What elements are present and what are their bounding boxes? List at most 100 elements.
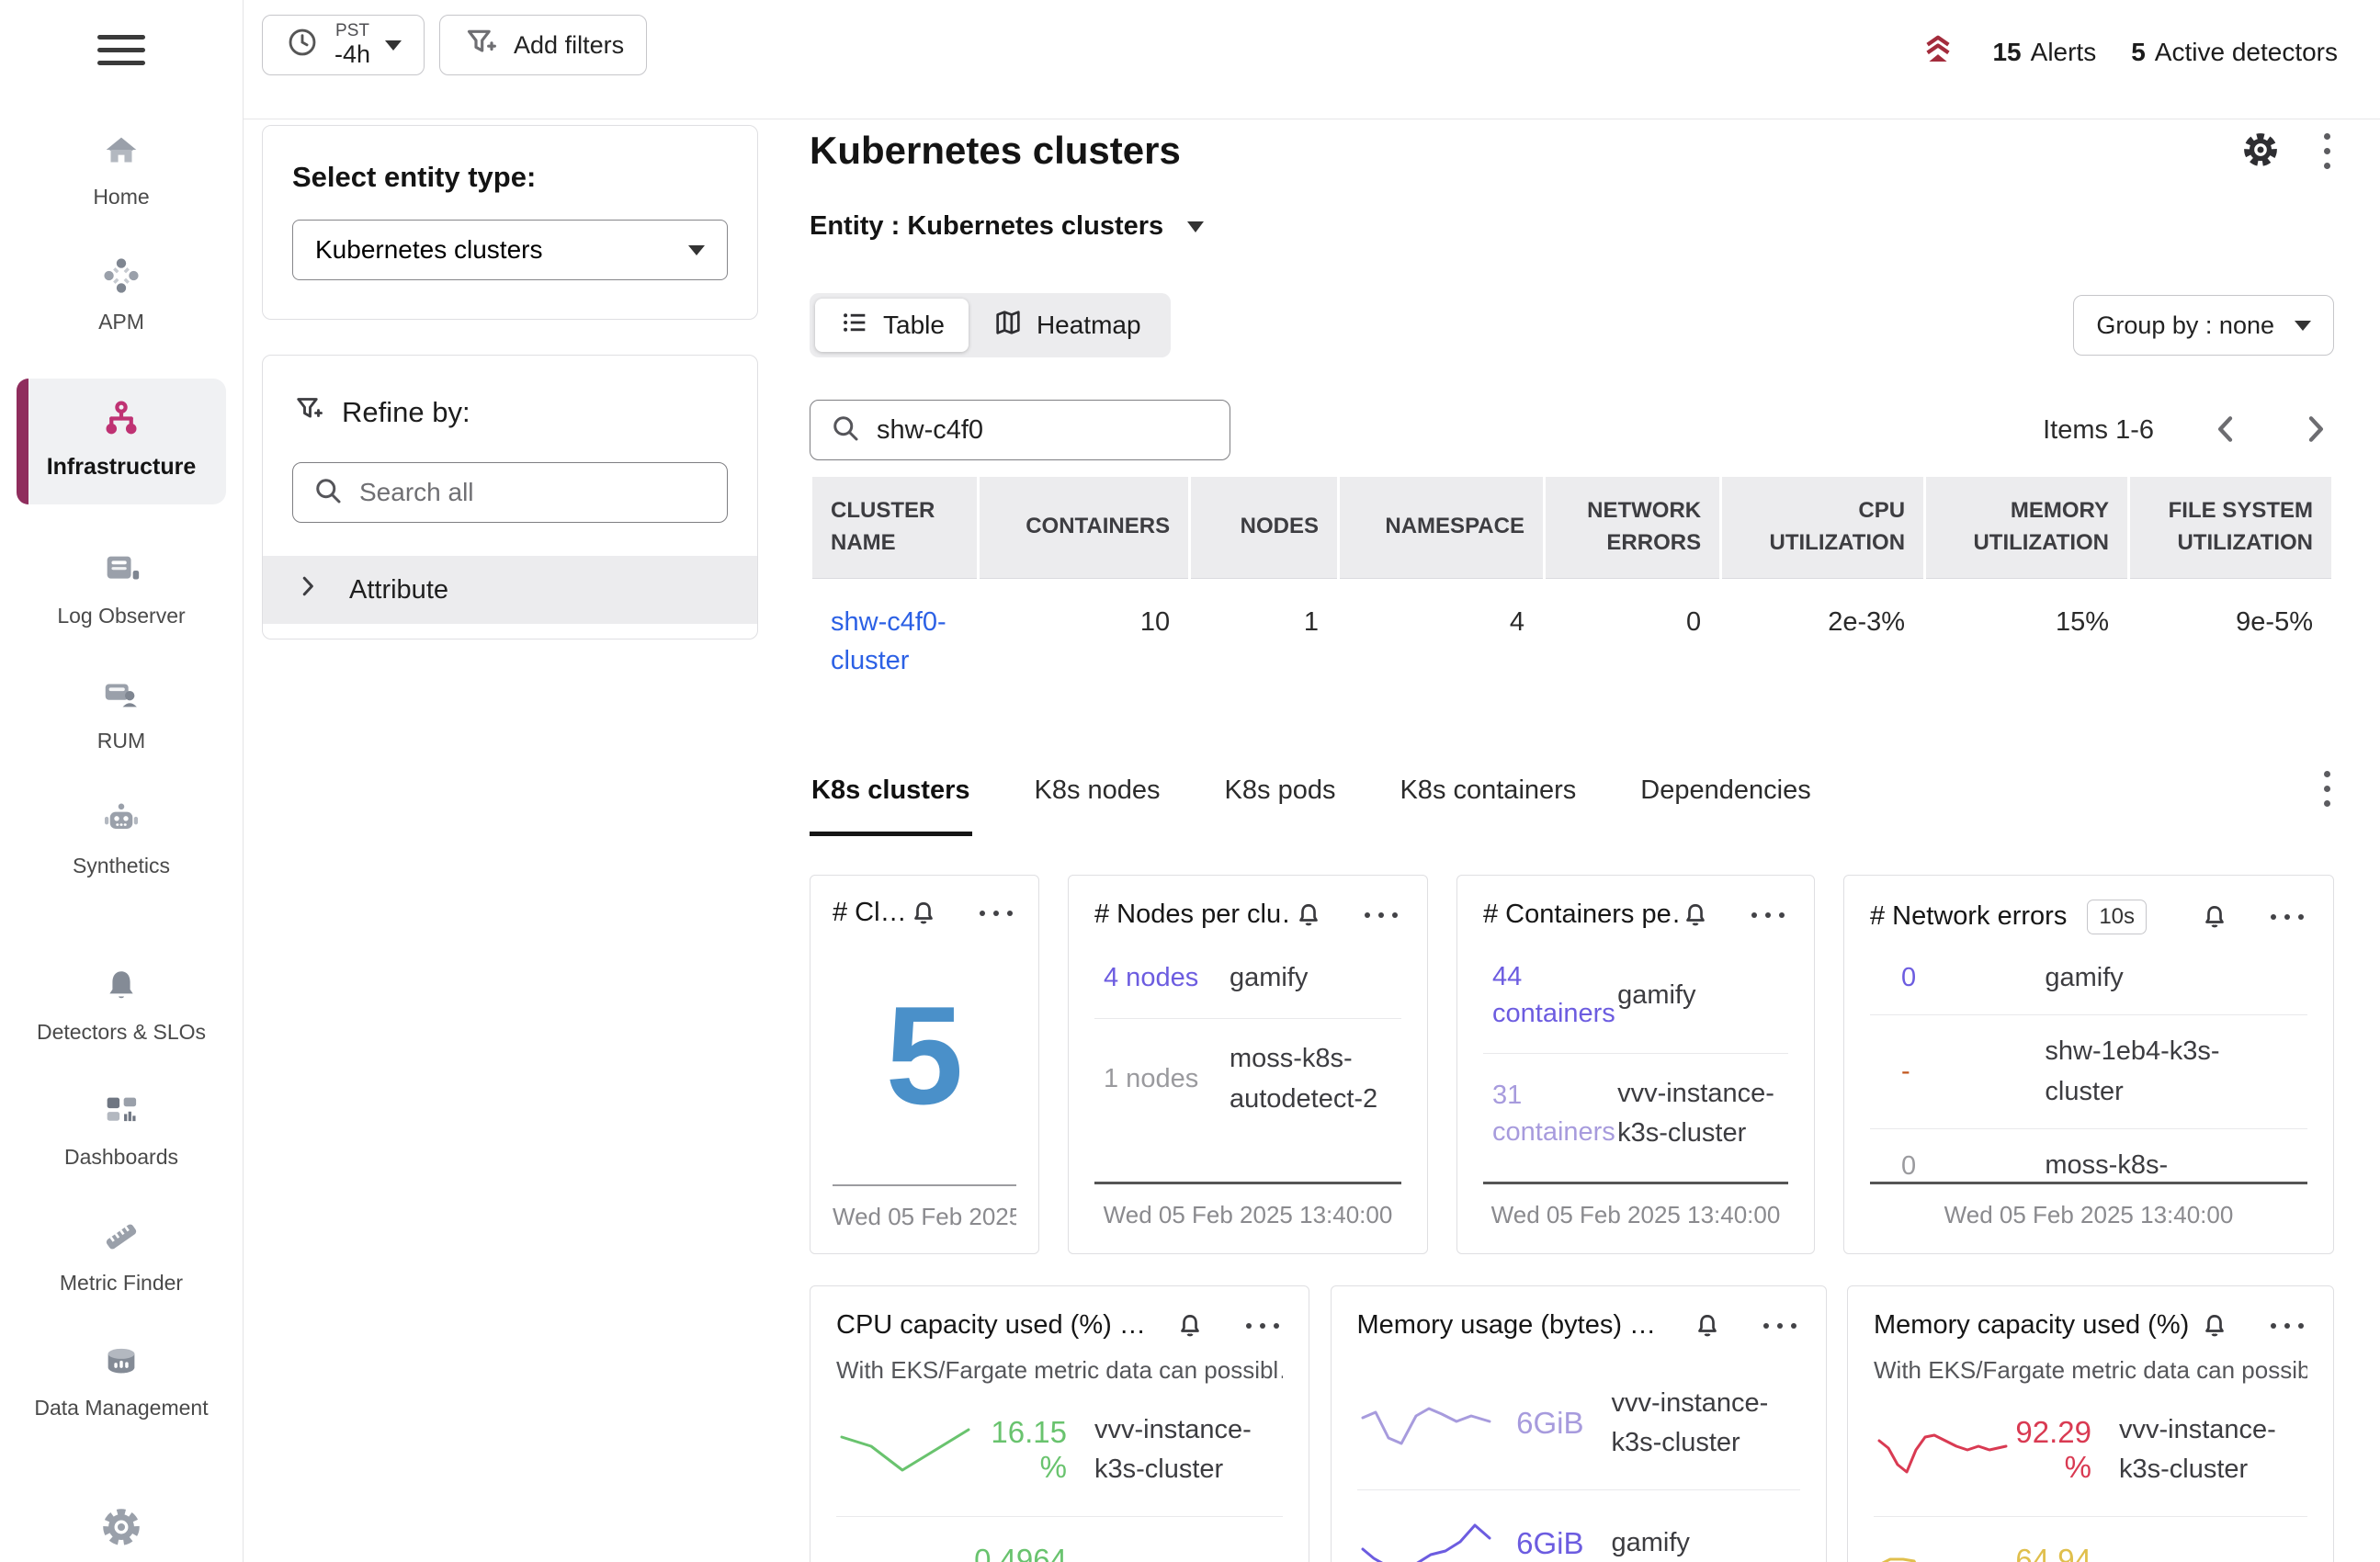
time-picker-button[interactable]: PST -4h [262, 15, 425, 75]
entity-type-panel: Select entity type: Kubernetes clusters [262, 125, 758, 320]
column-header[interactable]: NETWORK ERRORS [1546, 477, 1719, 579]
cluster-name: moss-k8s-autodetect-2 [1230, 1039, 1401, 1119]
tab-k8s-pods[interactable]: K8s pods [1223, 742, 1338, 836]
column-header[interactable]: NODES [1191, 477, 1337, 579]
alerts-severity-icon[interactable] [1919, 29, 1957, 74]
metric-value-link[interactable]: 6GiB [1495, 1526, 1612, 1561]
metric-value-link[interactable]: 0.4964 % [974, 1543, 1094, 1562]
sidebar-item-rum[interactable]: RUM [17, 672, 226, 754]
chevron-down-icon [688, 245, 705, 255]
metric-value[interactable]: 1 nodes [1094, 1060, 1230, 1098]
card-subtitle: With EKS/Fargate metric data can possibl… [836, 1356, 1283, 1385]
synthetics-icon [98, 797, 144, 843]
card-menu-button[interactable] [1361, 909, 1401, 922]
active-detectors-link[interactable]: 5 Active detectors [2131, 38, 2338, 67]
card-menu-button[interactable] [1748, 909, 1788, 922]
active-accent-bar [17, 379, 28, 504]
card-menu-button[interactable] [1242, 1319, 1283, 1332]
sidebar-item-metric-finder[interactable]: Metric Finder [17, 1214, 226, 1296]
alerts-count-link[interactable]: 15 Alerts [1992, 38, 2096, 67]
sidebar-item-dashboards[interactable]: Dashboards [17, 1088, 226, 1171]
sidebar-item-home[interactable]: Home [17, 128, 226, 210]
column-header[interactable]: CPU UTILIZATION [1722, 477, 1923, 579]
sidebar-item-data-management[interactable]: Data Management [17, 1339, 226, 1421]
tab-k8s-containers[interactable]: K8s containers [1398, 742, 1578, 836]
bell-icon[interactable] [1680, 900, 1711, 931]
page-menu-button[interactable] [2320, 130, 2334, 173]
pagination-next-button[interactable] [2297, 411, 2334, 450]
table-view-label: Table [883, 311, 945, 340]
bell-icon[interactable] [1692, 1310, 1723, 1341]
card-cpu-capacity-used[interactable]: CPU capacity used (%) … With EKS/Fargate… [810, 1285, 1309, 1562]
sidebar-item-settings[interactable]: Settings [17, 1504, 226, 1562]
clusters-table: CLUSTER NAME CONTAINERS NODES NAMESPACE … [810, 477, 2334, 689]
card-menu-button[interactable] [2267, 911, 2307, 923]
app-window: Home APM Infrastructure Log Observer [0, 0, 2380, 1562]
card-network-errors[interactable]: # Network errors 10s 0 gamify [1843, 875, 2334, 1254]
card-menu-button[interactable] [976, 907, 1016, 920]
column-header[interactable]: NAMESPACE [1340, 477, 1543, 579]
tab-dependencies[interactable]: Dependencies [1638, 742, 1812, 836]
group-by-dropdown[interactable]: Group by : none [2073, 295, 2334, 356]
card-nodes-per-cluster[interactable]: # Nodes per clu… 4 nodes gamify [1068, 875, 1428, 1254]
metric-value-link[interactable]: 92.29 % [2012, 1415, 2119, 1485]
metric-value-link[interactable]: 6GiB [1495, 1406, 1612, 1441]
add-filters-button[interactable]: Add filters [439, 15, 647, 75]
metric-value-link[interactable]: 44 containers [1483, 958, 1617, 1033]
metric-finder-icon [98, 1214, 144, 1260]
bell-icon[interactable] [1174, 1310, 1206, 1341]
sidebar-item-detectors-slos[interactable]: Detectors & SLOs [17, 963, 226, 1046]
view-toggle-heatmap[interactable]: Heatmap [969, 299, 1165, 352]
sidebar-item-log-observer[interactable]: Log Observer [17, 547, 226, 629]
card-memory-usage[interactable]: Memory usage (bytes) … 6GiB vvv-instance… [1331, 1285, 1827, 1562]
bell-icon[interactable] [908, 898, 939, 929]
refine-search-input[interactable] [359, 478, 708, 507]
metric-value-link[interactable]: 0 [1870, 959, 2045, 997]
attribute-expander[interactable]: Attribute [263, 556, 757, 624]
table-search-input[interactable] [877, 415, 1211, 446]
search-icon [829, 412, 862, 449]
tabs-menu-button[interactable] [2320, 767, 2334, 810]
sidebar-item-label: Home [93, 183, 149, 210]
settings-gear-button[interactable] [2241, 130, 2280, 172]
tab-k8s-nodes[interactable]: K8s nodes [1033, 742, 1162, 836]
cluster-name-link[interactable]: shw-c4f0-cluster [831, 603, 958, 680]
cluster-name: vvv-instance-k3s-cluster [1612, 1384, 1800, 1464]
column-header[interactable]: CONTAINERS [980, 477, 1188, 579]
bell-icon[interactable] [2199, 1310, 2230, 1341]
card-menu-button[interactable] [1760, 1319, 1800, 1332]
entity-selector-dropdown[interactable]: Entity : Kubernetes clusters [810, 211, 2334, 242]
bell-icon[interactable] [2199, 901, 2230, 933]
card-timestamp: Wed 05 Feb 2025 13:40:00 [1483, 1201, 1788, 1229]
cpu-utilization-cell: 2e-3% [1722, 579, 1923, 689]
column-header[interactable]: MEMORY UTILIZATION [1926, 477, 2127, 579]
tab-k8s-clusters[interactable]: K8s clusters [810, 742, 972, 836]
metric-value[interactable]: - [1870, 1053, 2045, 1091]
pagination-prev-button[interactable] [2207, 411, 2244, 450]
sidebar-item-apm[interactable]: APM [17, 253, 226, 335]
sidebar-item-synthetics[interactable]: Synthetics [17, 797, 226, 879]
card-menu-button[interactable] [2267, 1319, 2307, 1332]
card-clusters-count[interactable]: # Cl… 5 Wed 05 Feb 2025 13:40:00 [810, 875, 1039, 1254]
card-containers-per-cluster[interactable]: # Containers pe… 44 containers gamify [1456, 875, 1815, 1254]
memory-utilization-cell: 15% [1926, 579, 2127, 689]
metric-value-link[interactable]: 64.94 % [2012, 1543, 2119, 1562]
metric-value-link[interactable]: 31 containers [1483, 1077, 1617, 1151]
list-item: 6GiB gamify [1357, 1490, 1800, 1562]
metric-value-link[interactable]: 16.15 % [974, 1415, 1094, 1485]
cluster-name: gamify [2045, 958, 2279, 999]
bell-icon[interactable] [1293, 900, 1324, 931]
topbar: PST -4h Add filters 15 Alerts [244, 0, 2380, 119]
menu-toggle-button[interactable] [92, 29, 151, 71]
chart-baseline [1094, 1182, 1401, 1184]
view-toggle-table[interactable]: Table [815, 299, 969, 352]
entity-type-select[interactable]: Kubernetes clusters [292, 220, 728, 280]
sidebar-item-infrastructure[interactable]: Infrastructure [17, 379, 226, 504]
metric-value-link[interactable]: 4 nodes [1094, 959, 1230, 997]
sidebar-item-label: Metric Finder [60, 1269, 183, 1296]
column-header[interactable]: FILE SYSTEM UTILIZATION [2130, 477, 2331, 579]
metric-value[interactable]: 0 [1870, 1148, 2045, 1182]
column-header[interactable]: CLUSTER NAME [812, 477, 977, 579]
card-memory-capacity-used[interactable]: Memory capacity used (%) … With EKS/Farg… [1847, 1285, 2334, 1562]
group-by-label: Group by : none [2096, 311, 2274, 340]
